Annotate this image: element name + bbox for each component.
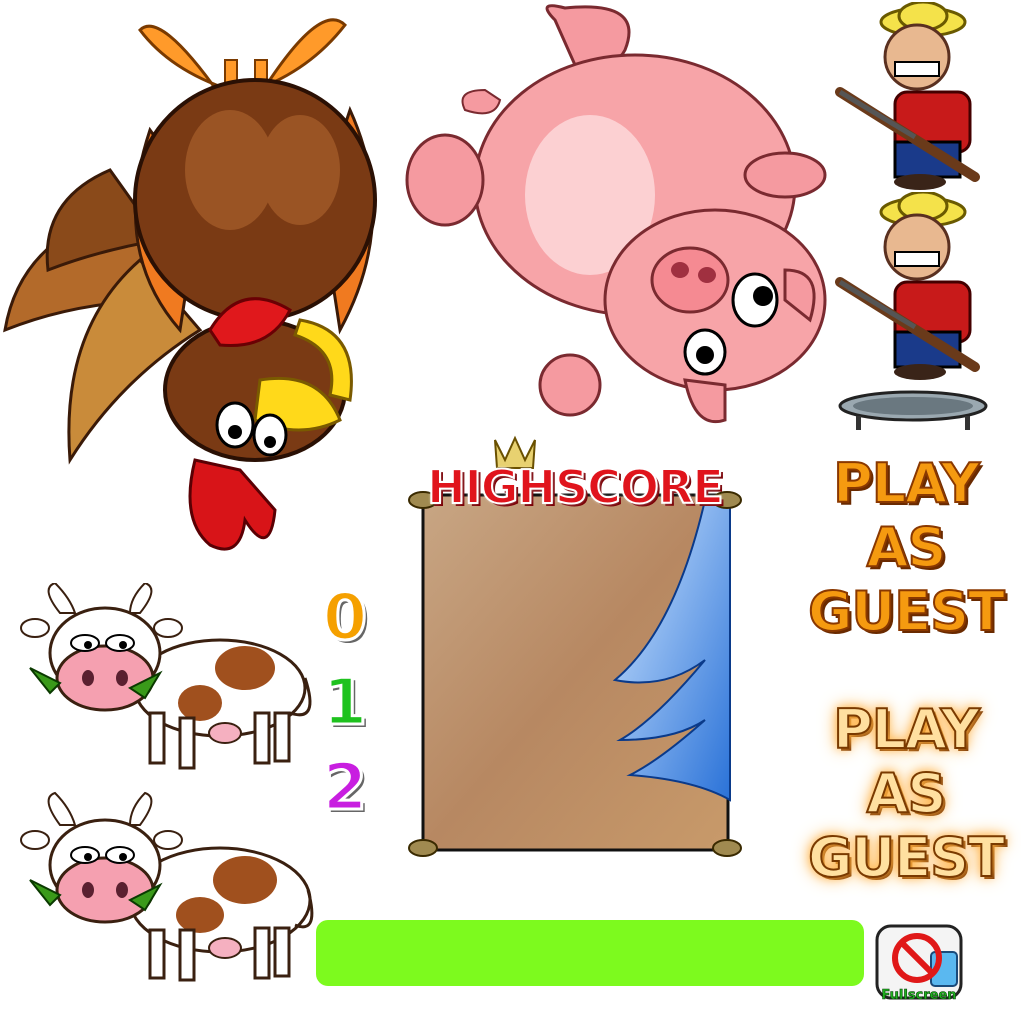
farmer-sprite	[835, 2, 980, 190]
fullscreen-label: Fullscreen	[881, 988, 957, 1004]
trampoline-sprite	[838, 390, 988, 430]
digit-1: 1	[321, 665, 369, 742]
play-as-guest-button-hover[interactable]: PLAY AS GUEST	[806, 697, 1006, 890]
pig-sprite	[405, 4, 827, 423]
play-as-guest-button[interactable]: PLAY AS GUEST	[806, 451, 1006, 644]
highscore-title: HIGHSCORE	[426, 459, 725, 515]
name-input-bar[interactable]	[316, 920, 864, 986]
farmer-sprite	[835, 192, 980, 380]
digit-0: 0	[321, 580, 369, 657]
digit-2: 2	[321, 750, 369, 827]
cow-sprite	[20, 583, 312, 770]
rooster-sprite	[3, 18, 377, 551]
cow-sprite	[20, 791, 314, 982]
